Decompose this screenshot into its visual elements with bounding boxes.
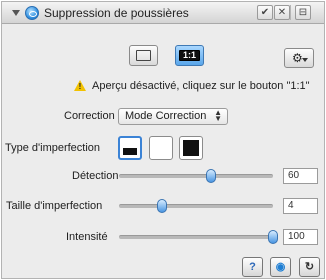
preview-icon[interactable]: ◉ — [270, 257, 291, 277]
tool-eye-icon — [25, 6, 39, 20]
actual-size-label: 1:1 — [179, 50, 200, 61]
check-icon[interactable]: ✔ — [257, 5, 273, 20]
imperfection-white-swatch[interactable] — [149, 136, 173, 160]
intensity-label: Intensité — [66, 231, 108, 243]
select-arrows-icon: ▲ ▼ — [214, 108, 222, 123]
preview-disabled-notice: Aperçu désactivé, cliquez sur le bouton … — [92, 80, 310, 92]
detection-value-field[interactable]: 60 — [283, 168, 318, 184]
intensity-slider-thumb[interactable] — [268, 230, 278, 244]
swatch-black-fill — [183, 140, 199, 156]
warning-mark: ! — [78, 82, 82, 91]
correction-select-value: Mode Correction — [125, 110, 207, 122]
detection-label: Détection — [72, 170, 119, 182]
panel-title: Suppression de poussières — [44, 6, 189, 20]
imperfection-size-value-field[interactable]: 4 — [283, 198, 318, 214]
correction-label: Correction — [64, 110, 115, 122]
imperfection-dark-bottom-swatch[interactable] — [118, 136, 142, 160]
imperfection-size-slider-track[interactable] — [119, 199, 273, 213]
gear-menu-button[interactable]: ⚙ — [284, 48, 314, 68]
imperfection-black-swatch[interactable] — [179, 136, 203, 160]
imperfection-size-label: Taille d'imperfection — [6, 200, 103, 212]
reset-icon[interactable]: ↻ — [299, 257, 320, 277]
detection-slider-thumb[interactable] — [206, 169, 217, 183]
intensity-slider-track[interactable] — [119, 230, 278, 244]
collapse-triangle-icon[interactable] — [12, 10, 20, 16]
actual-size-button[interactable]: 1:1 — [175, 45, 204, 66]
imperfection-type-label: Type d'imperfection — [5, 142, 101, 154]
panel-titlebar: Suppression de poussières ✔ ✕ ⊟ — [2, 2, 324, 24]
close-icon[interactable]: ✕ — [274, 5, 290, 20]
fit-preview-button[interactable] — [129, 45, 158, 66]
swatch-dark-fill — [123, 148, 137, 155]
detection-slider-track[interactable] — [119, 169, 273, 183]
correction-select[interactable]: Mode Correction ▲ ▼ — [118, 108, 228, 125]
fit-preview-icon — [136, 50, 151, 61]
titlebar-divider — [290, 5, 291, 20]
help-icon[interactable]: ? — [242, 257, 263, 277]
dust-removal-panel: Suppression de poussières ✔ ✕ ⊟ 1:1 ⚙ ! … — [1, 1, 325, 279]
imperfection-size-slider-thumb[interactable] — [157, 199, 168, 213]
intensity-value-field[interactable]: 100 — [283, 229, 318, 245]
panel-menu-icon[interactable]: ⊟ — [295, 5, 311, 20]
